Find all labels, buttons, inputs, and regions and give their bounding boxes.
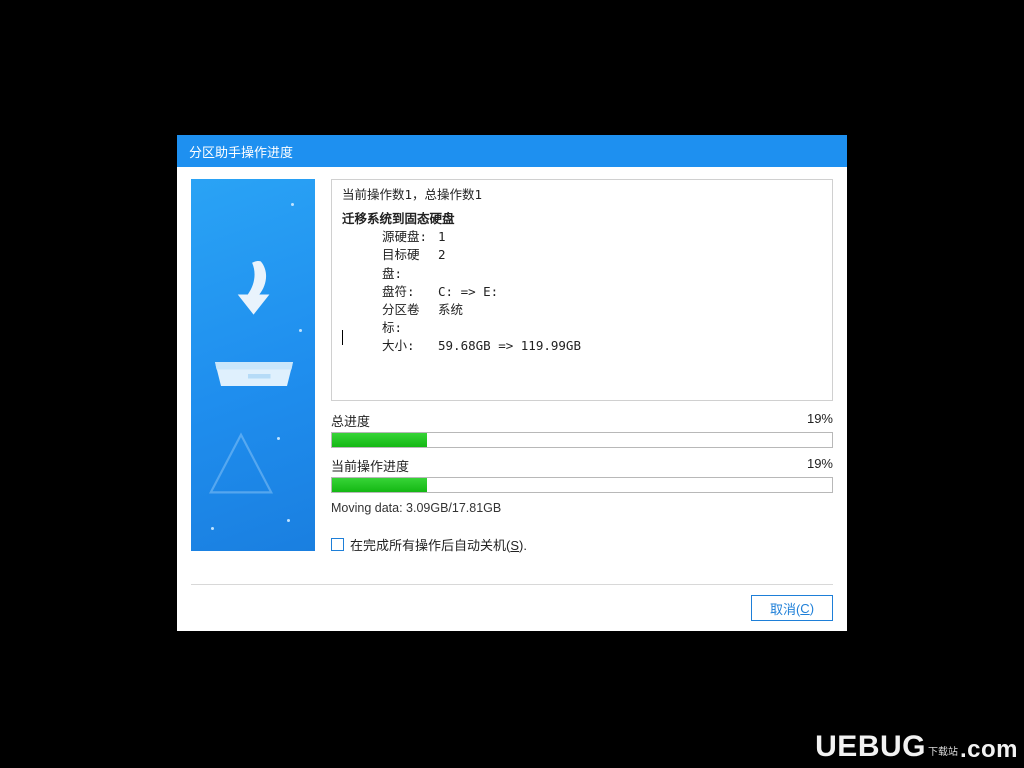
disk-drive-icon [209,343,299,393]
operation-heading: 迁移系统到固态硬盘 [342,210,822,228]
button-bar: 取消(C) [191,585,833,621]
info-row: 盘符: C: => E: [342,283,822,301]
info-row: 源硬盘: 1 [342,228,822,246]
decor-dot [287,519,290,522]
decor-dot [277,437,280,440]
current-progress-bar [331,477,833,493]
watermark-tag: 下载站 [928,743,958,758]
progress-dialog: 分区助手操作进度 [177,135,847,631]
btn-pre: 取消( [770,599,800,618]
info-label: 分区卷标: [342,301,438,337]
side-graphic [191,179,315,551]
watermark-suffix: .com [960,736,1018,764]
dialog-title: 分区助手操作进度 [189,142,293,161]
info-label: 源硬盘: [342,228,438,246]
total-progress-block: 总进度 19% [331,411,833,448]
total-progress-bar [331,432,833,448]
label-mnemonic: S [510,538,519,553]
operation-summary: 当前操作数1，总操作数1 [342,186,822,204]
operation-info-panel: 当前操作数1，总操作数1 迁移系统到固态硬盘 源硬盘: 1 目标硬盘: 2 盘符… [331,179,833,401]
dialog-body: 当前操作数1，总操作数1 迁移系统到固态硬盘 源硬盘: 1 目标硬盘: 2 盘符… [177,167,847,631]
dialog-titlebar: 分区助手操作进度 [177,135,847,167]
watermark: UEBUG 下载站 .com [815,730,1018,764]
decor-dot [211,527,214,530]
shutdown-checkbox-label: 在完成所有操作后自动关机(S). [350,535,527,554]
decor-dot [291,203,294,206]
dialog-upper: 当前操作数1，总操作数1 迁移系统到固态硬盘 源硬盘: 1 目标硬盘: 2 盘符… [191,179,833,574]
current-progress-label: 当前操作进度 [331,456,409,475]
current-progress-fill [332,478,427,492]
shutdown-checkbox[interactable] [331,538,344,551]
decor-dot [299,329,302,332]
progress-head: 当前操作进度 19% [331,456,833,475]
info-label: 大小: [342,337,438,355]
right-column: 当前操作数1，总操作数1 迁移系统到固态硬盘 源硬盘: 1 目标硬盘: 2 盘符… [315,179,833,574]
text-caret [342,330,343,345]
info-label: 盘符: [342,283,438,301]
info-row: 目标硬盘: 2 [342,246,822,282]
btn-post: ) [810,601,814,616]
info-value: 2 [438,246,446,282]
label-pre: 在完成所有操作后自动关机( [350,538,510,553]
label-post: ). [519,538,527,553]
info-value: 59.68GB => 119.99GB [438,337,581,355]
status-text: Moving data: 3.09GB/17.81GB [331,501,833,515]
total-progress-percent: 19% [807,411,833,430]
cancel-button[interactable]: 取消(C) [751,595,833,621]
current-progress-percent: 19% [807,456,833,475]
download-arrow-icon [219,257,291,329]
info-value: 系统 [438,301,463,337]
info-row: 大小: 59.68GB => 119.99GB [342,337,822,355]
info-label: 目标硬盘: [342,246,438,282]
total-progress-fill [332,433,427,447]
info-value: 1 [438,228,446,246]
info-value: C: => E: [438,283,498,301]
btn-mnemonic: C [800,601,809,616]
triangle-decor-icon [205,429,277,501]
total-progress-label: 总进度 [331,411,370,430]
info-row: 分区卷标: 系统 [342,301,822,337]
current-progress-block: 当前操作进度 19% [331,456,833,493]
shutdown-checkbox-row[interactable]: 在完成所有操作后自动关机(S). [331,535,833,554]
watermark-brand: UEBUG [815,730,926,764]
progress-head: 总进度 19% [331,411,833,430]
